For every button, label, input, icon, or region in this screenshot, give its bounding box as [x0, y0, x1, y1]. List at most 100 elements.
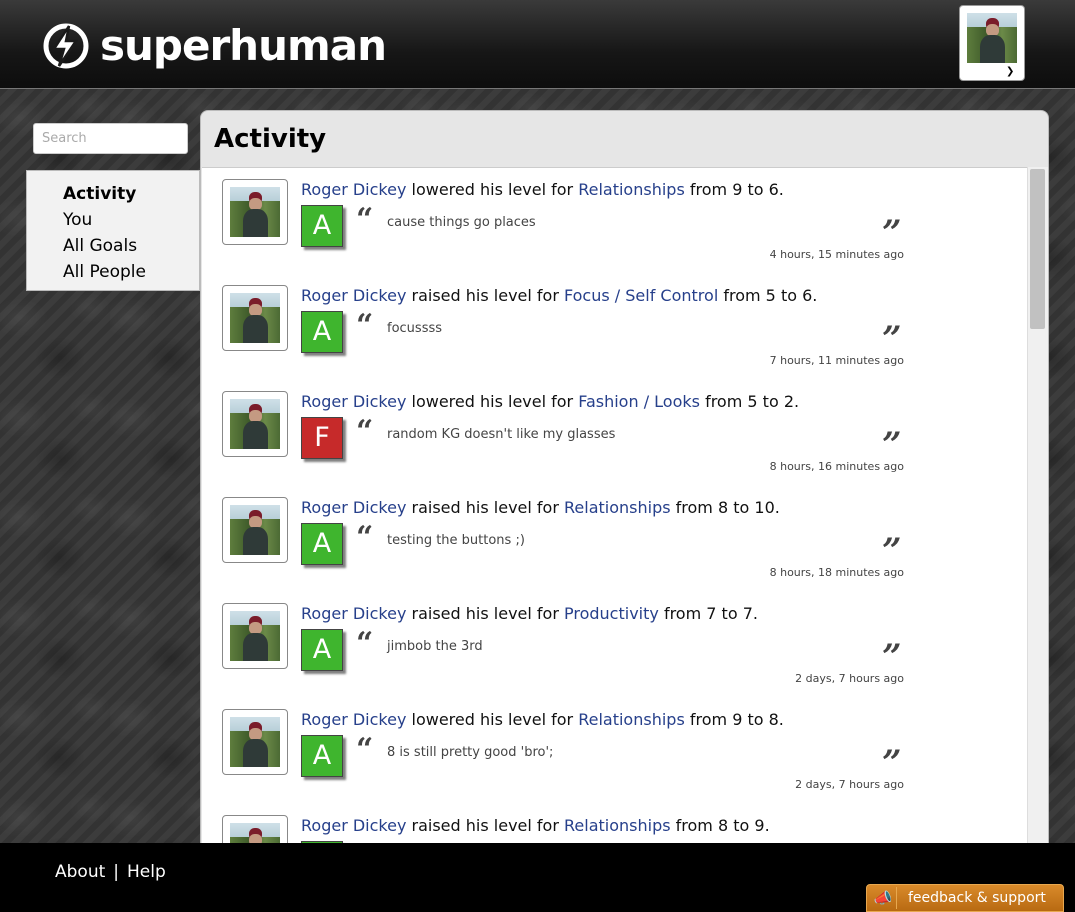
- goal-link[interactable]: Fashion / Looks: [578, 392, 700, 411]
- sidebar-item-all-people[interactable]: All People: [63, 259, 199, 285]
- sidebar-item-you[interactable]: You: [63, 207, 199, 233]
- grade-badge: A: [301, 205, 343, 247]
- sidebar-item-all-goals[interactable]: All Goals: [63, 233, 199, 259]
- avatar-photo: [230, 187, 280, 237]
- level-from: 9: [732, 710, 743, 729]
- comment-text: 8 is still pretty good 'bro';: [387, 745, 554, 760]
- goal-link[interactable]: Relationships: [578, 710, 685, 729]
- grade-badge: A: [301, 311, 343, 353]
- page-title: Activity: [214, 124, 327, 154]
- action-verb: raised: [411, 286, 461, 305]
- goal-link[interactable]: Productivity: [564, 604, 659, 623]
- activity-text: Roger Dickey raised his level for Relati…: [301, 816, 770, 835]
- action-verb: raised: [411, 604, 461, 623]
- level-to: 6: [768, 180, 779, 199]
- comment-text: random KG doesn't like my glasses: [387, 427, 616, 442]
- comment-text: testing the buttons ;): [387, 533, 525, 548]
- open-quote-icon: “: [356, 414, 374, 449]
- action-verb: raised: [411, 498, 461, 517]
- activity-feed: Roger Dickey lowered his level for Relat…: [202, 167, 1027, 848]
- list-item: Roger Dickey lowered his level for Relat…: [202, 174, 1027, 280]
- list-item: Roger Dickey lowered his level for Relat…: [202, 704, 1027, 810]
- close-quote-icon: ”: [882, 743, 902, 783]
- footer-separator: |: [113, 862, 119, 882]
- close-quote-icon: ”: [882, 531, 902, 571]
- user-avatar[interactable]: [222, 179, 288, 245]
- grade-badge: A: [301, 523, 343, 565]
- goal-link[interactable]: Relationships: [578, 180, 685, 199]
- level-from: 9: [732, 180, 743, 199]
- scrollbar[interactable]: [1027, 167, 1048, 847]
- comment-text: jimbob the 3rd: [387, 639, 483, 654]
- user-link[interactable]: Roger Dickey: [301, 710, 406, 729]
- goal-link[interactable]: Relationships: [564, 816, 671, 835]
- help-link[interactable]: Help: [127, 862, 166, 882]
- feedback-label: feedback & support: [908, 890, 1046, 906]
- activity-text: Roger Dickey lowered his level for Fashi…: [301, 392, 800, 411]
- avatar-photo: [230, 399, 280, 449]
- level-from: 5: [765, 286, 776, 305]
- user-avatar[interactable]: [222, 497, 288, 563]
- open-quote-icon: “: [356, 626, 374, 661]
- user-link[interactable]: Roger Dickey: [301, 392, 406, 411]
- list-item: Roger Dickey raised his level for Focus …: [202, 280, 1027, 386]
- megaphone-icon: 📣: [870, 887, 897, 909]
- level-from: 5: [747, 392, 758, 411]
- open-quote-icon: “: [356, 202, 374, 237]
- user-link[interactable]: Roger Dickey: [301, 604, 406, 623]
- main-panel: Activity Roger Dickey lowered his level …: [200, 110, 1049, 872]
- comment-text: focussss: [387, 321, 443, 336]
- level-to: 6: [802, 286, 813, 305]
- level-to: 2: [783, 392, 794, 411]
- user-avatar[interactable]: [222, 603, 288, 669]
- action-verb: raised: [411, 816, 461, 835]
- close-quote-icon: ”: [882, 319, 902, 359]
- feedback-button[interactable]: 📣 feedback & support: [866, 884, 1064, 912]
- logo[interactable]: superhuman: [42, 21, 387, 70]
- close-quote-icon: ”: [882, 637, 902, 677]
- timestamp: 4 hours, 15 minutes ago: [769, 248, 904, 261]
- timestamp: 8 hours, 16 minutes ago: [769, 460, 904, 473]
- close-quote-icon: ”: [882, 425, 902, 465]
- open-quote-icon: “: [356, 520, 374, 555]
- level-to: 9: [754, 816, 765, 835]
- level-from: 7: [706, 604, 717, 623]
- activity-text: Roger Dickey raised his level for Produc…: [301, 604, 758, 623]
- avatar: [967, 13, 1017, 63]
- search-input[interactable]: [33, 123, 188, 154]
- logo-text: superhuman: [100, 21, 387, 70]
- activity-text: Roger Dickey raised his level for Focus …: [301, 286, 818, 305]
- footer-links: About | Help: [55, 862, 166, 882]
- action-verb: lowered: [411, 180, 475, 199]
- user-avatar[interactable]: [222, 285, 288, 351]
- goal-link[interactable]: Relationships: [564, 498, 671, 517]
- level-from: 8: [717, 816, 729, 835]
- activity-text: Roger Dickey lowered his level for Relat…: [301, 710, 784, 729]
- level-to: 8: [768, 710, 779, 729]
- avatar-photo: [230, 505, 280, 555]
- list-item: Roger Dickey raised his level for Produc…: [202, 598, 1027, 704]
- user-link[interactable]: Roger Dickey: [301, 180, 406, 199]
- user-link[interactable]: Roger Dickey: [301, 286, 406, 305]
- user-link[interactable]: Roger Dickey: [301, 816, 406, 835]
- about-link[interactable]: About: [55, 862, 105, 882]
- sidebar-nav: Activity You All Goals All People: [26, 170, 200, 291]
- user-link[interactable]: Roger Dickey: [301, 498, 406, 517]
- grade-badge: A: [301, 735, 343, 777]
- user-avatar[interactable]: [222, 709, 288, 775]
- open-quote-icon: “: [356, 308, 374, 343]
- goal-link[interactable]: Focus / Self Control: [564, 286, 718, 305]
- avatar-photo: [230, 611, 280, 661]
- close-quote-icon: ”: [882, 213, 902, 253]
- user-menu[interactable]: ❯: [959, 5, 1025, 81]
- grade-badge: A: [301, 629, 343, 671]
- timestamp: 8 hours, 18 minutes ago: [769, 566, 904, 579]
- sidebar-item-activity[interactable]: Activity: [63, 181, 199, 207]
- user-avatar[interactable]: [222, 391, 288, 457]
- level-to: 7: [742, 604, 753, 623]
- level-to: 10: [754, 498, 775, 517]
- scrollbar-thumb[interactable]: [1030, 169, 1045, 329]
- grade-badge: F: [301, 417, 343, 459]
- lightning-logo-icon: [43, 23, 89, 69]
- open-quote-icon: “: [356, 732, 374, 767]
